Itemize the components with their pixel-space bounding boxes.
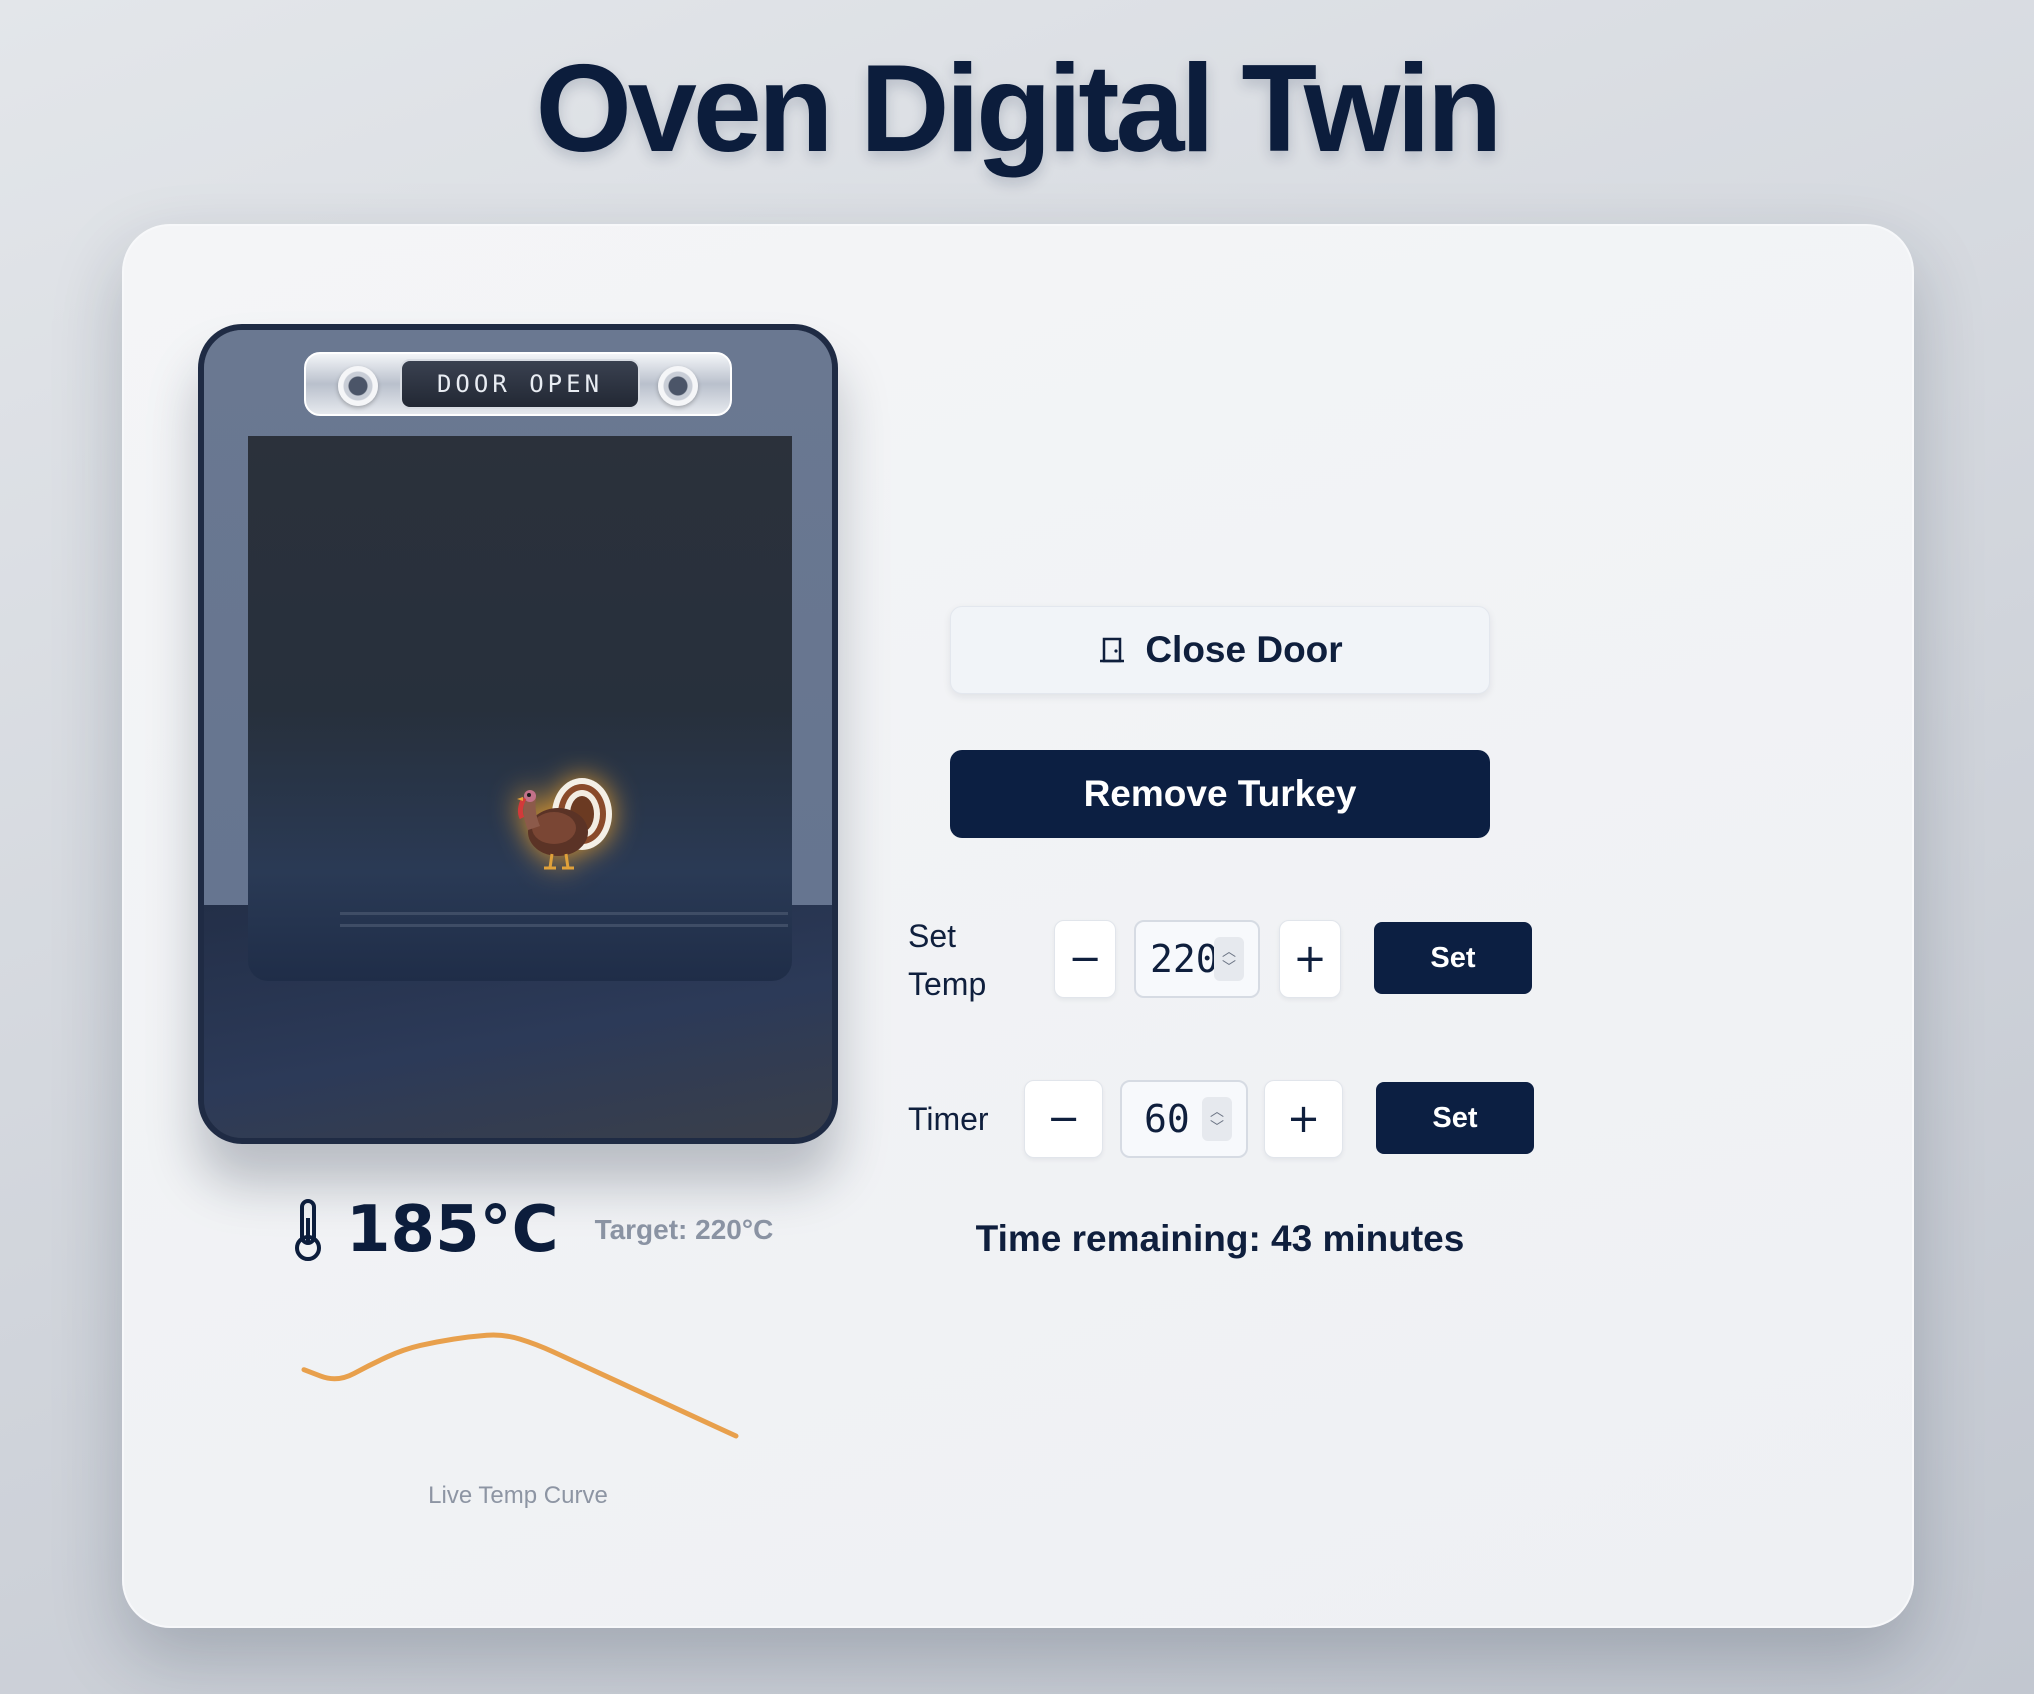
timer-spinner[interactable]: ︿ ﹀ [1202,1097,1232,1141]
set-temp-label: Set Temp [908,918,987,1002]
oven-display: DOOR OPEN [400,359,640,409]
target-temperature: Target: 220°C [594,1214,774,1245]
temperature-readout: 185°C Target: 220°C [290,1190,773,1270]
oven-rack [340,912,788,915]
temp-series-line [301,1332,739,1439]
temp-increment-button[interactable]: + [1279,920,1341,998]
left-knob[interactable] [338,366,378,406]
page-title: Oven Digital Twin [535,40,1502,178]
right-knob[interactable] [658,366,698,406]
temp-input-value: 220 [1150,937,1214,981]
close-door-label: Close Door [1145,629,1343,670]
close-door-button[interactable]: Close Door [950,606,1490,694]
temp-input[interactable]: 220 ︿ ﹀ [1134,920,1260,998]
remove-turkey-button[interactable]: Remove Turkey [950,750,1490,838]
timer-increment-button[interactable]: + [1264,1080,1343,1158]
thermometer-icon [295,1199,321,1261]
timer-input[interactable]: 60 ︿ ﹀ [1120,1080,1248,1158]
set-temp-button[interactable]: Set [1374,922,1532,994]
time-remaining: Time remaining: 43 minutes [975,1218,1465,1259]
timer-decrement-button[interactable]: − [1024,1080,1103,1158]
timer-input-value: 60 [1144,1097,1190,1141]
oven: DOOR OPEN [198,324,838,1144]
temp-decrement-button[interactable]: − [1054,920,1116,998]
timer-label: Timer [908,1101,989,1137]
live-temp-chart [301,1332,739,1439]
chart-caption: Live Temp Curve [428,1482,608,1509]
door-icon [1100,637,1125,663]
oven-rack [340,924,788,927]
oven-window [248,436,792,981]
temp-spinner[interactable]: ︿ ﹀ [1214,937,1244,981]
oven-control-panel: DOOR OPEN [304,352,732,416]
set-timer-button[interactable]: Set [1376,1082,1534,1154]
turkey-icon [498,756,622,898]
current-temperature: 185°C [346,1193,559,1267]
